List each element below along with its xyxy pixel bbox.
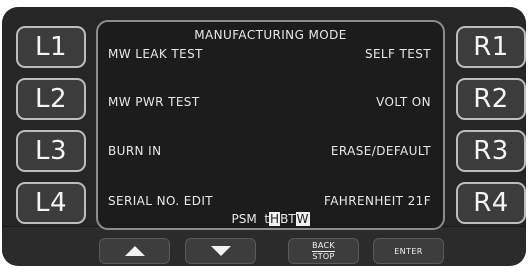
l1-button[interactable]: L1: [16, 26, 86, 68]
stop-label: STOP: [312, 252, 335, 261]
back-stop-label: BACK STOP: [312, 241, 335, 261]
menu-option-burn-in: BURN IN: [108, 144, 162, 158]
down-arrow-icon: [210, 246, 231, 256]
status-prefix: PSM: [231, 212, 257, 226]
l4-button[interactable]: L4: [16, 182, 86, 224]
status-indicator-h: H: [269, 212, 281, 226]
down-button[interactable]: [185, 238, 256, 264]
up-button[interactable]: [99, 238, 170, 264]
r3-button[interactable]: R3: [456, 130, 526, 172]
r2-button[interactable]: R2: [456, 78, 526, 120]
back-stop-button[interactable]: BACK STOP: [288, 238, 359, 264]
menu-option-erase-default: ERASE/DEFAULT: [330, 144, 431, 158]
back-label: BACK: [312, 241, 335, 252]
screen-title: MANUFACTURING MODE: [194, 28, 347, 42]
enter-label: ENTER: [394, 246, 423, 256]
menu-option-serial-no-edit: SERIAL NO. EDIT: [108, 194, 214, 208]
enter-button[interactable]: ENTER: [373, 238, 444, 264]
menu-option-volt-on: VOLT ON: [376, 95, 431, 109]
menu-option-mw-leak-test: MW LEAK TEST: [108, 47, 203, 61]
r4-button[interactable]: R4: [456, 182, 526, 224]
menu-option-mw-pwr-test: MW PWR TEST: [108, 95, 200, 109]
r1-button[interactable]: R1: [456, 26, 526, 68]
status-line: PSM tHBTW: [98, 212, 443, 226]
control-panel-lower-strip: [2, 226, 526, 266]
l3-button[interactable]: L3: [16, 130, 86, 172]
display-screen: MANUFACTURING MODE MW LEAK TEST MW PWR T…: [96, 20, 445, 230]
l2-button[interactable]: L2: [16, 78, 86, 120]
status-indicator-w: W: [295, 212, 310, 226]
status-indicator-bt: BT: [280, 212, 296, 226]
menu-option-self-test: SELF TEST: [364, 47, 431, 61]
up-arrow-icon: [124, 246, 145, 256]
menu-option-fahrenheit: FAHRENHEIT 21F: [324, 194, 431, 208]
